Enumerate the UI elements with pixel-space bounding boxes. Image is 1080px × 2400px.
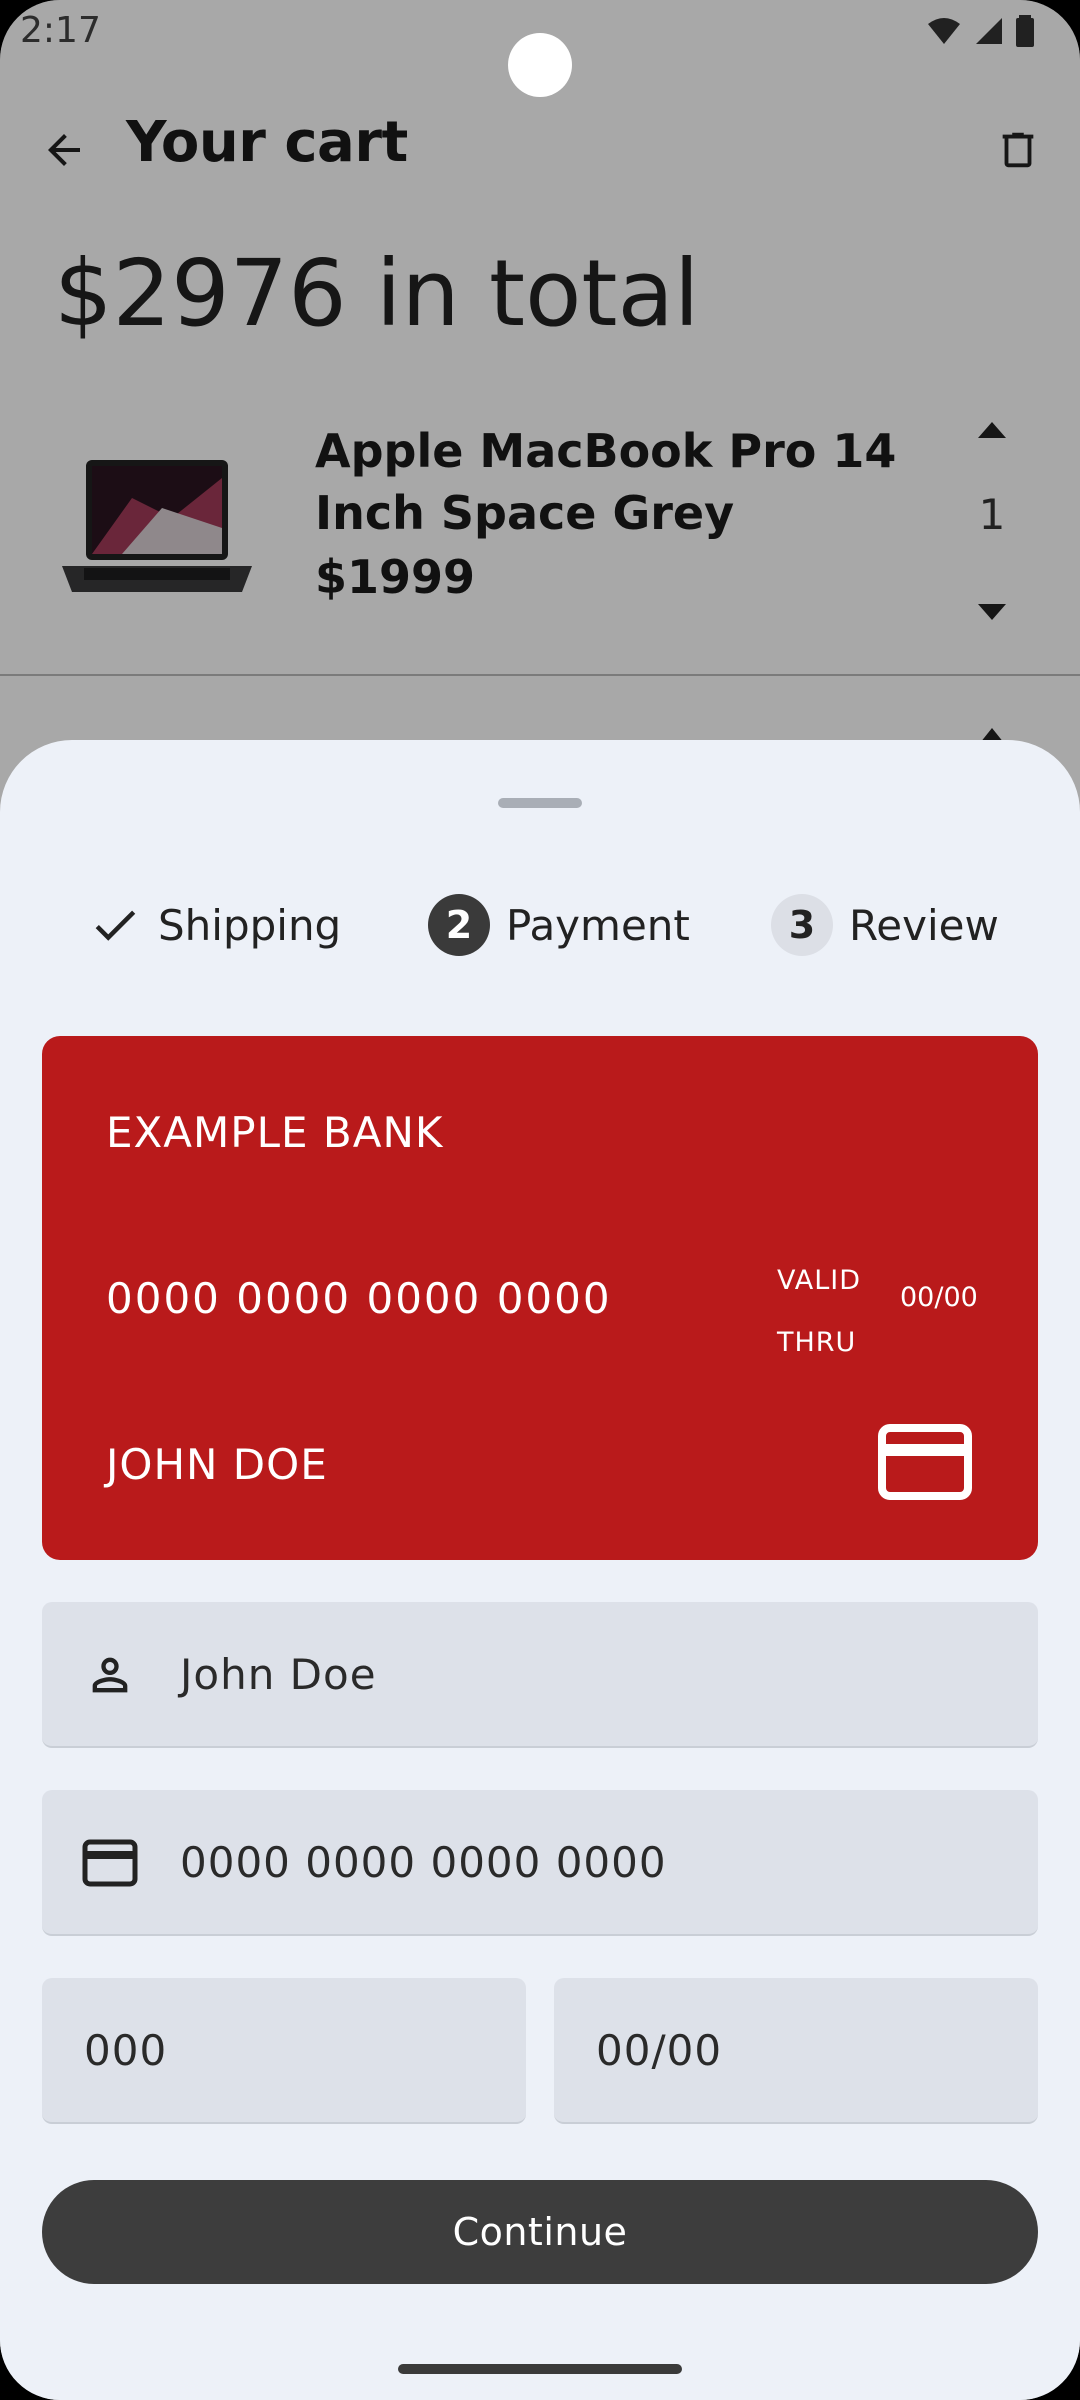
cardholder-name-field[interactable]: John Doe — [42, 1602, 1038, 1748]
card-number-placeholder: 0000 0000 0000 0000 — [180, 1838, 667, 1887]
card-holder-display: JOHN DOE — [106, 1440, 328, 1489]
drag-handle[interactable] — [498, 798, 582, 808]
credit-card-icon — [878, 1424, 972, 1500]
step-label: Payment — [506, 900, 690, 950]
expiry-field[interactable]: 00/00 — [554, 1978, 1038, 2124]
step-shipping[interactable]: Shipping — [88, 890, 341, 960]
person-icon — [80, 1645, 140, 1705]
cardholder-name-placeholder: John Doe — [180, 1650, 377, 1699]
step-label: Shipping — [158, 900, 342, 950]
valid-thru-label: VALID THRU — [777, 1265, 862, 1358]
step-number: 3 — [771, 894, 833, 956]
check-icon — [95, 910, 136, 941]
screen: 2:17 Your cart $2976 in total Apple MacB… — [0, 0, 1080, 2400]
card-bank-name: EXAMPLE BANK — [106, 1108, 444, 1157]
credit-card-icon — [80, 1833, 140, 1893]
step-label: Review — [849, 900, 999, 950]
card-expiry-display: 00/00 — [900, 1282, 978, 1313]
card-number-field[interactable]: 0000 0000 0000 0000 — [42, 1790, 1038, 1936]
cvv-field[interactable]: 000 — [42, 1978, 526, 2124]
continue-button[interactable]: Continue — [42, 2180, 1038, 2284]
step-number: 2 — [428, 894, 490, 956]
step-payment[interactable]: 2 Payment — [428, 890, 690, 960]
checkout-stepper: Shipping 2 Payment 3 Review — [0, 890, 1080, 960]
card-number-display: 0000 0000 0000 0000 — [106, 1274, 612, 1323]
camera-cutout — [508, 33, 572, 97]
payment-bottom-sheet: Shipping 2 Payment 3 Review EXAMPLE BANK… — [0, 740, 1080, 2400]
cvv-placeholder: 000 — [84, 2026, 168, 2075]
step-review[interactable]: 3 Review — [771, 890, 999, 960]
expiry-placeholder: 00/00 — [596, 2026, 723, 2075]
credit-card-preview: EXAMPLE BANK 0000 0000 0000 0000 VALID T… — [42, 1036, 1038, 1560]
home-indicator[interactable] — [398, 2364, 682, 2374]
